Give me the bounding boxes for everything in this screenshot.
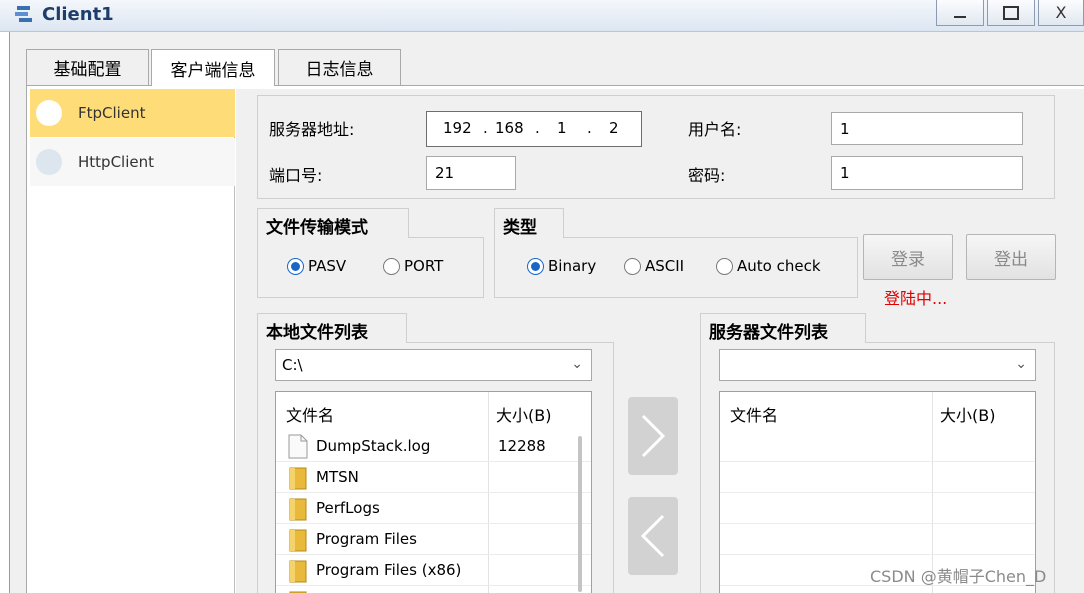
tab-client-info[interactable]: 客户端信息	[151, 49, 275, 86]
folder-icon	[289, 560, 307, 583]
file-row[interactable]: DumpStack.log 12288	[276, 431, 591, 462]
logout-button[interactable]: 登出	[966, 234, 1056, 280]
folder-icon	[289, 529, 307, 552]
window-title: Client1	[42, 4, 114, 25]
radio-unselected-icon	[716, 257, 733, 275]
client-list: FtpClient HttpClient	[30, 89, 235, 593]
chevron-left-icon	[640, 514, 665, 558]
download-button[interactable]	[628, 497, 678, 575]
tab-basic-config[interactable]: 基础配置	[26, 49, 149, 85]
folder-icon	[289, 498, 307, 521]
file-row[interactable]: Program Files	[276, 524, 591, 555]
col-header-size: 大小(B)	[940, 406, 996, 425]
local-files-title: 本地文件列表	[257, 313, 407, 343]
transfer-mode-title: 文件传输模式	[257, 208, 409, 238]
tab-log-info[interactable]: 日志信息	[278, 49, 401, 85]
radio-selected-icon	[287, 257, 304, 275]
server-ip-input[interactable]: 192 . 168 . 1 . 2	[426, 111, 642, 147]
ip-octet-4: 2	[609, 119, 619, 137]
radio-binary[interactable]: Binary	[527, 257, 596, 275]
username-value: 1	[840, 119, 850, 138]
password-label: 密码:	[688, 166, 726, 185]
file-row[interactable]: Program Files (x86)	[276, 555, 591, 586]
ip-octet-3: 1	[557, 119, 567, 137]
radio-selected-icon	[527, 257, 544, 275]
client-label: FtpClient	[78, 104, 146, 122]
ip-octet-2: 168	[495, 119, 524, 137]
folder-icon	[289, 591, 307, 593]
username-field[interactable]: 1	[831, 112, 1023, 145]
client-item-ftp[interactable]: FtpClient	[30, 89, 235, 137]
app-icon	[15, 6, 32, 22]
local-path-value: C:\	[282, 356, 303, 374]
scrollbar-thumb[interactable]	[578, 436, 582, 592]
chevron-right-icon	[641, 414, 666, 458]
password-value: 1	[840, 164, 850, 182]
file-name: DumpStack.log	[316, 437, 431, 455]
col-header-name: 文件名	[730, 406, 779, 425]
folder-icon	[289, 467, 307, 490]
radio-label: Binary	[548, 257, 597, 275]
server-file-list-header: 文件名 大小(B)	[720, 392, 1035, 430]
status-text: 登陆中...	[884, 289, 948, 308]
type-title: 类型	[494, 208, 564, 238]
radio-label: PORT	[404, 257, 444, 275]
close-icon: X	[1055, 3, 1067, 22]
col-header-size: 大小(B)	[496, 406, 552, 425]
maximize-button[interactable]	[987, 0, 1035, 26]
close-button[interactable]: X	[1038, 0, 1084, 26]
client-label: HttpClient	[78, 153, 154, 171]
radio-ascii[interactable]: ASCII	[624, 257, 684, 275]
client-status-icon	[36, 100, 62, 126]
file-row[interactable]: PerfLogs	[276, 493, 591, 524]
server-files-title: 服务器文件列表	[700, 313, 866, 343]
empty-row	[720, 462, 1035, 493]
file-row[interactable]	[276, 586, 591, 593]
watermark: CSDN @黄帽子Chen_D	[870, 567, 1047, 586]
minimize-icon	[954, 15, 966, 18]
tab-label: 日志信息	[305, 60, 374, 80]
upload-button[interactable]	[628, 397, 678, 475]
minimize-button[interactable]	[936, 0, 984, 26]
file-name: PerfLogs	[316, 499, 380, 517]
chevron-down-icon: ⌄	[571, 356, 583, 372]
tab-label: 客户端信息	[170, 60, 256, 81]
radio-auto-check[interactable]: Auto check	[716, 257, 821, 275]
client-status-icon	[36, 149, 62, 175]
username-label: 用户名:	[688, 120, 742, 139]
password-field[interactable]: 1	[831, 156, 1023, 190]
file-name: Program Files (x86)	[316, 561, 462, 579]
file-icon	[288, 434, 308, 459]
local-file-list[interactable]: 文件名 大小(B) DumpStack.log 12288 MTSN PerfL…	[275, 391, 592, 593]
empty-row	[720, 493, 1035, 524]
col-header-name: 文件名	[286, 406, 335, 425]
radio-pasv[interactable]: PASV	[287, 257, 346, 275]
local-path-select[interactable]: C:\ ⌄	[275, 349, 592, 381]
ip-octet-1: 192	[443, 119, 472, 137]
tab-label: 基础配置	[53, 60, 122, 80]
port-value: 21	[435, 164, 455, 182]
local-file-list-header: 文件名 大小(B)	[276, 392, 591, 430]
maximize-icon	[1003, 5, 1019, 20]
file-size: 12288	[498, 437, 546, 455]
file-name: Program Files	[316, 530, 417, 548]
server-address-label: 服务器地址:	[269, 120, 355, 139]
file-name: MTSN	[316, 468, 359, 486]
port-field[interactable]: 21	[426, 156, 516, 190]
client-item-http[interactable]: HttpClient	[30, 138, 235, 186]
port-label: 端口号:	[269, 166, 323, 185]
file-row[interactable]: MTSN	[276, 462, 591, 493]
radio-unselected-icon	[624, 257, 641, 275]
login-button[interactable]: 登录	[863, 234, 953, 280]
radio-label: ASCII	[645, 257, 685, 275]
radio-label: PASV	[308, 257, 347, 275]
server-path-select[interactable]: ⌄	[719, 349, 1036, 381]
radio-unselected-icon	[383, 257, 400, 275]
chevron-down-icon: ⌄	[1015, 356, 1027, 372]
radio-label: Auto check	[737, 257, 821, 275]
empty-row	[720, 431, 1035, 462]
radio-port[interactable]: PORT	[383, 257, 443, 275]
title-bar: Client1 X	[0, 0, 1084, 32]
empty-row	[720, 524, 1035, 555]
